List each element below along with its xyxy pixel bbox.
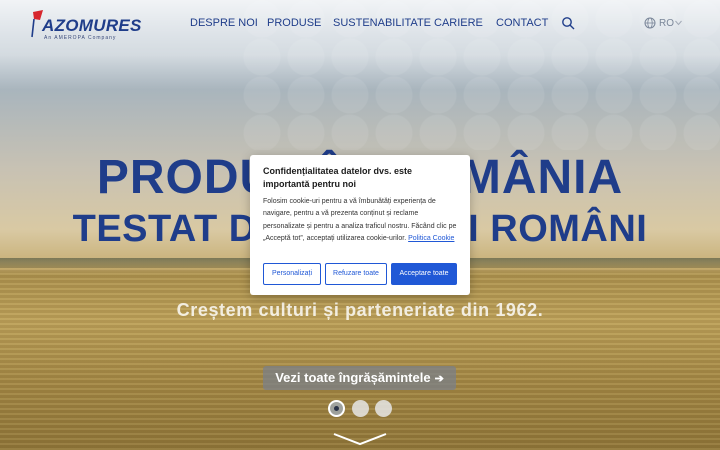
cookie-consent-modal: Confidențialitatea datelor dvs. este imp… bbox=[250, 155, 470, 295]
accept-all-button[interactable]: Acceptare toate bbox=[391, 263, 457, 285]
arrow-right-icon: ➔ bbox=[434, 373, 444, 385]
cta-label: Vezi toate îngrășămintele bbox=[275, 370, 431, 385]
language-selector[interactable]: RO bbox=[644, 16, 684, 30]
carousel-dot-1[interactable] bbox=[328, 400, 345, 417]
nav-contact[interactable]: CONTACT bbox=[496, 17, 548, 29]
nav-cariere[interactable]: CARIERE bbox=[434, 17, 483, 29]
cookie-policy-link[interactable]: Politica Cookie bbox=[408, 235, 454, 242]
nav-produse[interactable]: PRODUSE bbox=[267, 17, 321, 29]
view-fertilizers-button[interactable]: Vezi toate îngrășămintele ➔ bbox=[263, 366, 456, 390]
brand-name: AZOMURES bbox=[42, 16, 142, 35]
language-label: RO bbox=[659, 18, 674, 29]
carousel-dot-3[interactable] bbox=[375, 400, 392, 417]
wheat-field bbox=[0, 268, 720, 450]
hero-tagline: Creștem culturi și parteneriate din 1962… bbox=[176, 300, 544, 320]
nav-sustenabilitate[interactable]: SUSTENABILITATE bbox=[333, 17, 431, 29]
search-icon[interactable] bbox=[561, 16, 575, 30]
cookie-body: Folosim cookie-uri pentru a vă îmbunătăț… bbox=[263, 196, 459, 245]
brand-subtitle: An AMEROPA Company bbox=[44, 35, 117, 41]
carousel-dots bbox=[328, 400, 398, 418]
chevron-down-icon bbox=[675, 20, 682, 26]
carousel-dot-2[interactable] bbox=[352, 400, 369, 417]
azomures-logo[interactable]: AZOMURES An AMEROPA Company bbox=[30, 10, 141, 41]
customize-button[interactable]: Personalizați bbox=[263, 263, 321, 285]
cookie-title: Confidențialitatea datelor dvs. este imp… bbox=[263, 166, 413, 189]
globe-icon bbox=[644, 17, 656, 29]
nav-despre-noi[interactable]: DESPRE NOI bbox=[190, 17, 258, 29]
reject-all-button[interactable]: Refuzare toate bbox=[325, 263, 387, 285]
scroll-down-chevron-icon[interactable] bbox=[332, 430, 388, 448]
